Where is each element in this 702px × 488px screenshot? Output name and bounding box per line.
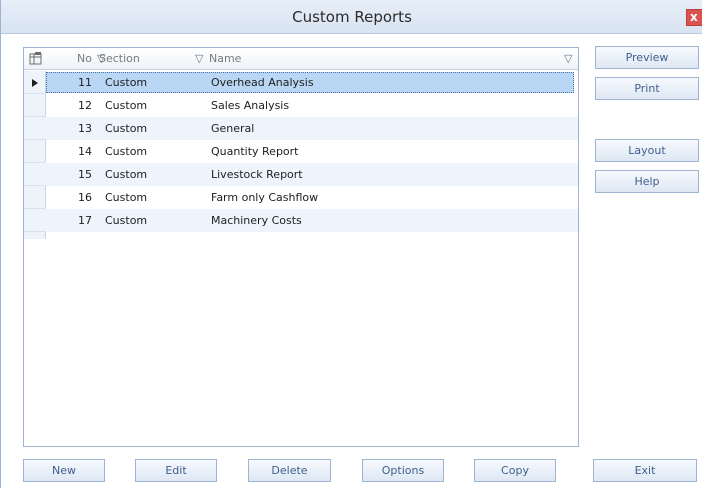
row-indicator[interactable] <box>24 209 46 232</box>
table-row[interactable]: 15 Custom Livestock Report <box>24 163 578 186</box>
table-row[interactable]: 14 Custom Quantity Report <box>24 140 578 163</box>
row-indicator[interactable] <box>24 140 46 163</box>
cell-no: 12 <box>78 99 92 112</box>
cell-no: 13 <box>78 122 92 135</box>
table-row[interactable]: 16 Custom Farm only Cashflow <box>24 186 578 209</box>
row-indicator[interactable] <box>24 163 46 186</box>
new-button[interactable]: New <box>23 459 105 482</box>
window-title: Custom Reports <box>292 8 412 26</box>
cell-name: Overhead Analysis <box>211 76 314 89</box>
cell-name: Machinery Costs <box>211 214 302 227</box>
cell-no: 17 <box>78 214 92 227</box>
print-button[interactable]: Print <box>595 77 699 100</box>
cell-no: 16 <box>78 191 92 204</box>
cell-name: Livestock Report <box>211 168 303 181</box>
cell-section: Custom <box>105 99 148 112</box>
table-row[interactable]: 17 Custom Machinery Costs <box>24 209 578 232</box>
cell-no: 14 <box>78 145 92 158</box>
cell-section: Custom <box>105 122 148 135</box>
custom-reports-window: Custom Reports x No ▽ Section ▽ Name ▽ 1… <box>0 0 702 488</box>
reports-grid: No ▽ Section ▽ Name ▽ 11 Custom Overhead… <box>23 47 579 447</box>
options-button[interactable]: Options <box>362 459 444 482</box>
row-indicator[interactable] <box>24 94 46 117</box>
help-button[interactable]: Help <box>595 170 699 193</box>
cell-section: Custom <box>105 145 148 158</box>
cell-name: Sales Analysis <box>211 99 290 112</box>
copy-button[interactable]: Copy <box>474 459 556 482</box>
filter-icon-name[interactable]: ▽ <box>564 48 572 70</box>
cell-section: Custom <box>105 168 148 181</box>
column-chooser-icon[interactable] <box>24 48 46 70</box>
grid-header: No ▽ Section ▽ Name ▽ <box>24 48 578 70</box>
row-indicator[interactable] <box>24 71 46 94</box>
cell-no: 11 <box>78 76 92 89</box>
filter-icon-section[interactable]: ▽ <box>195 48 203 70</box>
title-bar: Custom Reports x <box>1 0 702 34</box>
delete-button[interactable]: Delete <box>248 459 331 482</box>
column-header-section[interactable]: Section <box>99 48 209 70</box>
cell-section: Custom <box>105 214 148 227</box>
cell-name: Quantity Report <box>211 145 299 158</box>
cell-no: 15 <box>78 168 92 181</box>
table-row[interactable]: 13 Custom General <box>24 117 578 140</box>
table-row[interactable]: 12 Custom Sales Analysis <box>24 94 578 117</box>
column-header-no[interactable]: No <box>48 48 94 70</box>
column-header-name[interactable]: Name <box>209 48 569 70</box>
preview-button[interactable]: Preview <box>595 46 699 69</box>
layout-button[interactable]: Layout <box>595 139 699 162</box>
cell-section: Custom <box>105 76 148 89</box>
row-indicator[interactable] <box>24 186 46 209</box>
close-button[interactable]: x <box>686 9 702 26</box>
cell-section: Custom <box>105 191 148 204</box>
edit-button[interactable]: Edit <box>135 459 217 482</box>
table-row[interactable]: 11 Custom Overhead Analysis <box>24 71 578 94</box>
current-row-arrow-icon <box>32 79 38 87</box>
row-indicator[interactable] <box>24 117 46 140</box>
exit-button[interactable]: Exit <box>593 459 697 482</box>
cell-name: General <box>211 122 255 135</box>
cell-name: Farm only Cashflow <box>211 191 319 204</box>
